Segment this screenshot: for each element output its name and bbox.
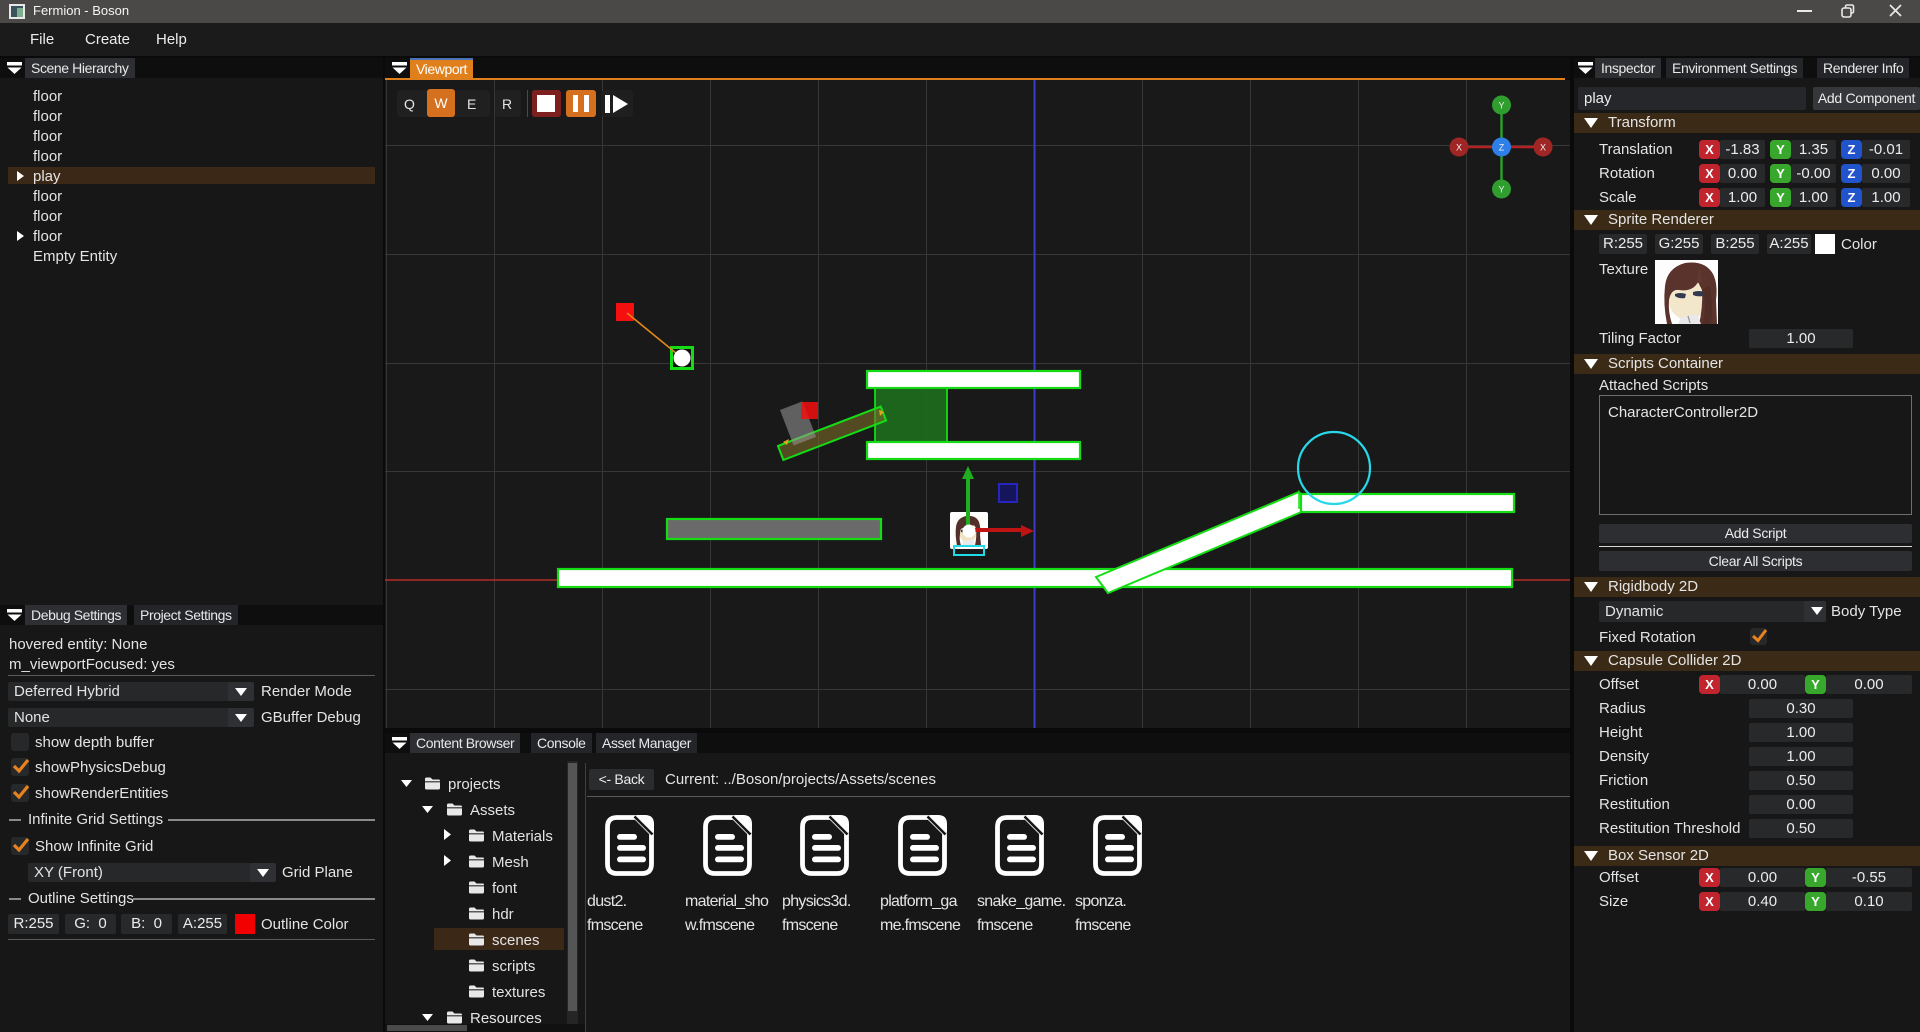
svg-text:w.fmscene: w.fmscene	[684, 917, 755, 934]
svg-text:fmscene: fmscene	[977, 917, 1033, 934]
svg-text:sponza.: sponza.	[1075, 893, 1126, 910]
svg-text:fmscene: fmscene	[587, 917, 643, 934]
svg-text:X: X	[1456, 143, 1462, 153]
svg-text:material_sho: material_sho	[685, 893, 769, 910]
svg-text:platform_ga: platform_ga	[880, 893, 958, 910]
svg-text:Materials: Materials	[492, 828, 553, 845]
svg-text:physics3d.: physics3d.	[782, 893, 851, 910]
svg-text:Y: Y	[1498, 185, 1504, 195]
svg-text:scenes: scenes	[492, 932, 540, 949]
svg-text:Z: Z	[1499, 143, 1505, 153]
svg-text:snake_game.: snake_game.	[977, 893, 1065, 910]
svg-text:font: font	[492, 880, 518, 897]
svg-text:dust2.: dust2.	[587, 893, 626, 910]
svg-text:textures: textures	[492, 984, 545, 1001]
svg-text:scripts: scripts	[492, 958, 535, 975]
svg-text:X: X	[1540, 143, 1546, 153]
svg-text:hdr: hdr	[492, 906, 514, 923]
svg-text:projects: projects	[448, 776, 501, 793]
svg-text:fmscene: fmscene	[1075, 917, 1131, 934]
svg-text:Assets: Assets	[470, 802, 515, 819]
svg-text:Y: Y	[1498, 101, 1504, 111]
svg-text:me.fmscene: me.fmscene	[880, 917, 961, 934]
svg-text:fmscene: fmscene	[782, 917, 838, 934]
svg-text:Mesh: Mesh	[492, 854, 529, 871]
